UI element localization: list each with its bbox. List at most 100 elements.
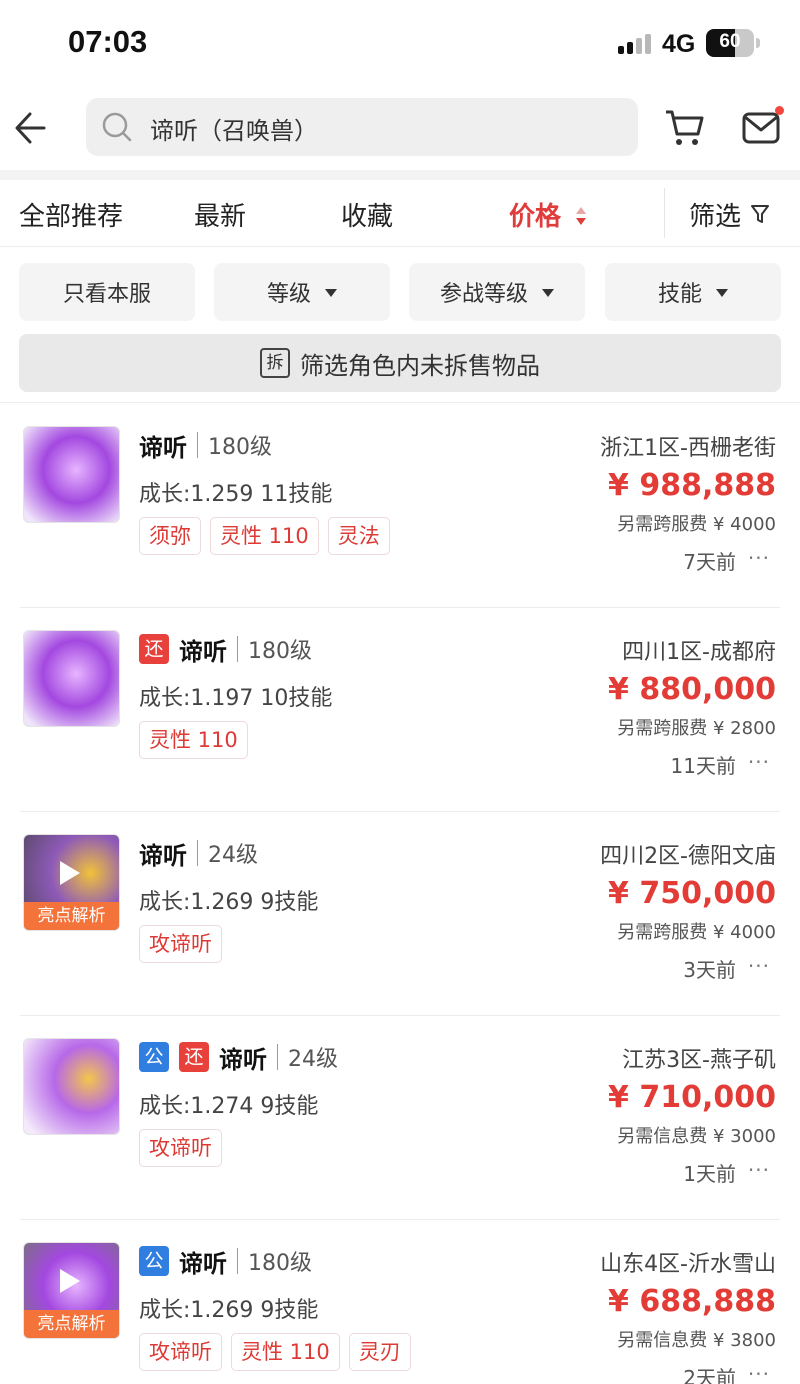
notification-dot	[775, 106, 784, 115]
server-name: 江苏3区-燕子矶	[622, 1048, 776, 1073]
clock: 07:03	[68, 24, 148, 59]
pet-level: 24级	[208, 843, 258, 868]
tag: 灵性 110	[139, 721, 248, 759]
tag: 灵性 110	[231, 1333, 340, 1371]
return-badge: 还	[139, 634, 169, 664]
tag: 攻谛听	[139, 1333, 222, 1371]
tag-list: 须弥 灵性 110 灵法	[139, 517, 399, 555]
listing-item[interactable]: 还 谛听 180级 成长:1.197 10技能 灵性 110 四川1区-成都府 …	[0, 608, 800, 812]
pet-thumbnail[interactable]: 亮点解析	[23, 1242, 120, 1339]
return-badge: 还	[179, 1042, 209, 1072]
growth-skills: 成长:1.269 9技能	[139, 1298, 319, 1323]
title-row: 还 谛听 180级	[139, 632, 312, 666]
tabs-divider	[0, 246, 800, 247]
listing-item[interactable]: 亮点解析 谛听 24级 成长:1.269 9技能 攻谛听 四川2区-德阳文庙 ¥…	[0, 812, 800, 1016]
listed-time: 3天前	[683, 958, 736, 982]
search-icon	[100, 110, 134, 144]
pet-name: 谛听	[139, 841, 187, 870]
tab-separator	[664, 188, 665, 238]
divider	[277, 1044, 278, 1070]
tag: 须弥	[139, 517, 201, 555]
cart-icon[interactable]	[664, 108, 706, 148]
search-query: 谛听（召唤兽）	[150, 117, 318, 145]
growth-skills: 成长:1.259 11技能	[139, 482, 333, 507]
tag: 灵法	[327, 517, 390, 555]
pet-name: 谛听	[179, 637, 227, 666]
growth-skills: 成长:1.274 9技能	[139, 1094, 319, 1119]
pet-level: 180级	[248, 1251, 312, 1276]
more-options-icon[interactable]: ···	[748, 1158, 770, 1182]
caret-down-icon	[542, 289, 554, 297]
growth-skills: 成长:1.269 9技能	[139, 890, 319, 915]
more-options-icon[interactable]: ···	[748, 750, 770, 774]
sort-arrows-icon	[575, 205, 587, 227]
network-label: 4G	[662, 30, 696, 58]
tab-latest[interactable]: 最新	[194, 196, 246, 233]
listing-item[interactable]: 亮点解析 公 谛听 180级 成长:1.269 9技能 攻谛听 灵性 110 灵…	[0, 1220, 800, 1384]
filter-label: 等级	[266, 282, 311, 307]
filters-divider	[0, 402, 800, 403]
pet-thumbnail[interactable]	[23, 426, 120, 523]
tab-favorites[interactable]: 收藏	[341, 196, 393, 233]
pet-thumbnail[interactable]: 亮点解析	[23, 834, 120, 931]
title-row: 谛听 24级	[139, 836, 258, 870]
listing-item[interactable]: 谛听 180级 成长:1.259 11技能 须弥 灵性 110 灵法 浙江1区-…	[0, 404, 800, 608]
price: ¥ 750,000	[608, 876, 776, 911]
pet-name: 谛听	[219, 1045, 267, 1074]
unsold-label: 筛选角色内未拆售物品	[300, 351, 540, 380]
pet-level: 180级	[248, 639, 312, 664]
tab-filter[interactable]: 筛选	[689, 196, 741, 233]
filter-battle-level[interactable]: 参战等级	[409, 263, 585, 321]
unsold-items-filter[interactable]: 拆 筛选角色内未拆售物品	[19, 334, 781, 392]
growth-skills: 成长:1.197 10技能	[139, 686, 333, 711]
highlight-badge: 亮点解析	[24, 902, 119, 930]
listed-time: 7天前	[683, 550, 736, 574]
more-options-icon[interactable]: ···	[748, 546, 770, 570]
tag: 灵性 110	[210, 517, 319, 555]
server-name: 浙江1区-西栅老街	[600, 436, 776, 461]
public-badge: 公	[139, 1042, 169, 1072]
status-bar: 07:03 4G 60	[0, 0, 800, 84]
tag: 攻谛听	[139, 925, 222, 963]
pet-level: 180级	[208, 435, 272, 460]
filter-label: 参战等级	[439, 282, 528, 307]
battery-icon: 60	[706, 29, 754, 57]
split-icon: 拆	[260, 348, 290, 378]
search-bar[interactable]: 谛听（召唤兽）	[86, 98, 638, 156]
tab-price[interactable]: 价格	[509, 196, 561, 233]
filter-label: 只看本服	[62, 282, 151, 307]
more-options-icon[interactable]: ···	[748, 954, 770, 978]
divider	[237, 1248, 238, 1274]
extra-fee: 另需信息费 ¥ 3800	[617, 1330, 776, 1351]
filter-skills[interactable]: 技能	[605, 263, 781, 321]
extra-fee: 另需跨服费 ¥ 2800	[617, 718, 776, 739]
title-row: 公 还 谛听 24级	[139, 1040, 338, 1074]
highlight-badge: 亮点解析	[24, 1310, 119, 1338]
filter-same-server[interactable]: 只看本服	[19, 263, 195, 321]
pet-thumbnail[interactable]	[23, 630, 120, 727]
title-row: 公 谛听 180级	[139, 1244, 312, 1278]
play-icon	[60, 861, 80, 885]
listed-time: 1天前	[683, 1162, 736, 1186]
back-arrow-icon[interactable]	[12, 106, 52, 150]
server-name: 山东4区-沂水雪山	[600, 1252, 776, 1277]
more-options-icon[interactable]: ···	[748, 1362, 770, 1384]
caret-down-icon	[325, 289, 337, 297]
pet-thumbnail[interactable]	[23, 1038, 120, 1135]
tag-list: 攻谛听	[139, 1129, 231, 1167]
tab-recommended[interactable]: 全部推荐	[19, 196, 123, 233]
public-badge: 公	[139, 1246, 169, 1276]
divider	[197, 432, 198, 458]
pet-name: 谛听	[139, 433, 187, 462]
tag-list: 攻谛听	[139, 925, 231, 963]
filter-level[interactable]: 等级	[214, 263, 390, 321]
divider	[237, 636, 238, 662]
extra-fee: 另需跨服费 ¥ 4000	[617, 922, 776, 943]
listing-item[interactable]: 公 还 谛听 24级 成长:1.274 9技能 攻谛听 江苏3区-燕子矶 ¥ 7…	[0, 1016, 800, 1220]
extra-fee: 另需信息费 ¥ 3000	[617, 1126, 776, 1147]
caret-down-icon	[716, 289, 728, 297]
price: ¥ 988,888	[608, 468, 776, 503]
message-icon[interactable]	[740, 106, 784, 148]
funnel-icon[interactable]	[750, 203, 770, 225]
pet-name: 谛听	[179, 1249, 227, 1278]
